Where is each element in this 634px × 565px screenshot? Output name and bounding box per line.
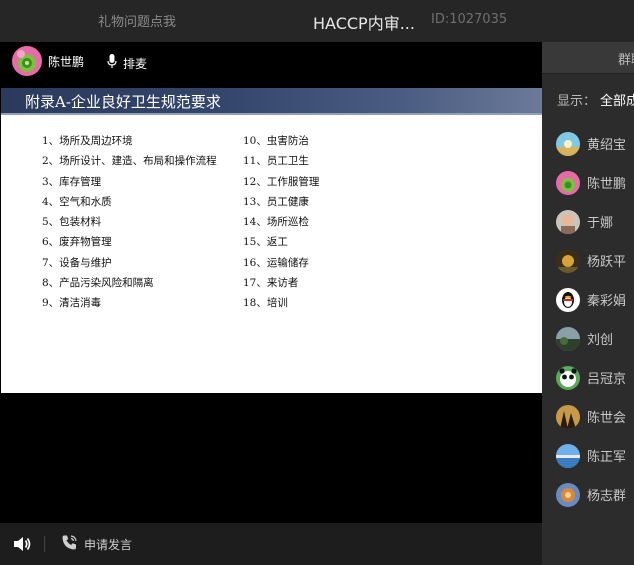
member-panel: 群聊 显示：全部成员 黄绍宝 陈世鹏 于娜 杨跃平 — [542, 42, 634, 565]
member-avatar — [556, 365, 580, 390]
slide-list-item: 17、来访者 — [243, 277, 299, 290]
member-item[interactable]: 于娜 — [556, 202, 626, 241]
member-item[interactable]: 黄绍宝 — [556, 124, 626, 163]
member-avatar — [556, 482, 580, 507]
phone-icon — [61, 534, 78, 555]
slide-list-item: 7、设备与维护 — [42, 256, 112, 269]
slide-list-item: 8、产品污染风险和隔离 — [42, 277, 154, 290]
member-item[interactable]: 陈世会 — [556, 397, 626, 436]
member-name: 秦彩娟 — [587, 294, 627, 309]
member-item[interactable]: 吕冠京 — [556, 358, 626, 397]
apply-to-speak-button[interactable]: 申请发言 — [61, 534, 132, 555]
apply-to-speak-label: 申请发言 — [84, 538, 133, 552]
member-item[interactable]: 刘创 — [556, 319, 626, 358]
slide-list-left: 1、场所及周边环境 2、场所设计、建造、布局和操作流程 3、库存管理 4、空气和… — [42, 131, 217, 314]
presenter-name: 陈世鹏 — [48, 54, 85, 69]
member-avatar — [556, 287, 580, 312]
slide-list-item: 11、员工卫生 — [243, 155, 309, 168]
microphone-icon — [107, 54, 117, 73]
member-name: 杨志群 — [587, 489, 627, 504]
tab-group-chat[interactable]: 群聊 — [618, 49, 634, 68]
member-name: 黄绍宝 — [587, 138, 627, 153]
slide-list-item: 16、运输储存 — [243, 256, 309, 269]
member-item[interactable]: 陈正军 — [556, 436, 626, 475]
member-avatar — [556, 443, 580, 468]
volume-icon[interactable] — [12, 534, 32, 554]
slide-list-item: 15、返工 — [243, 236, 288, 249]
slide-title: 附录A-企业良好卫生规范要求 — [25, 93, 221, 111]
member-avatar — [556, 326, 580, 351]
bottom-toolbar: 申请发言 — [0, 523, 542, 565]
slide-list-item: 18、培训 — [243, 297, 288, 310]
presenter-avatar — [12, 46, 42, 76]
member-item[interactable]: 陈世鹏 — [556, 163, 626, 202]
slide-list-item: 12、工作服管理 — [243, 175, 320, 188]
member-item[interactable]: 杨跃平 — [556, 241, 626, 280]
title-bar: 礼物问题点我 HACCP内审... ID:1027035 — [0, 0, 634, 42]
member-list: 黄绍宝 陈世鹏 于娜 杨跃平 秦彩娟 刘创 吕冠京 陈世会 陈正军 杨志群 — [556, 124, 626, 514]
member-name: 杨跃平 — [587, 255, 627, 270]
member-name: 吕冠京 — [587, 372, 627, 387]
room-id: ID:1027035 — [431, 12, 508, 27]
slide-list-item: 13、员工健康 — [243, 195, 309, 208]
member-avatar — [556, 131, 580, 156]
queue-mic-label: 排麦 — [123, 57, 148, 71]
member-name: 陈正军 — [587, 450, 627, 465]
member-avatar — [556, 248, 580, 273]
slide-list-item: 3、库存管理 — [42, 175, 102, 188]
member-filter[interactable]: 显示：全部成员 — [557, 90, 634, 109]
slide-list-item: 14、场所巡检 — [243, 216, 309, 229]
slide-list-item: 2、场所设计、建造、布局和操作流程 — [42, 155, 217, 168]
toolbar-divider — [44, 536, 45, 552]
slide-list-item: 10、虫害防治 — [243, 135, 309, 147]
slide-list-item: 5、包装材料 — [42, 216, 102, 229]
member-name: 于娜 — [587, 216, 614, 231]
filter-value: 全部成员 — [600, 94, 634, 109]
member-name: 陈世会 — [587, 411, 627, 426]
queue-mic-button[interactable]: 排麦 — [107, 54, 147, 73]
member-avatar — [556, 404, 580, 429]
slide-list-right: 10、虫害防治 11、员工卫生 12、工作服管理 13、员工健康 14、场所巡检… — [243, 131, 319, 314]
gift-help-link[interactable]: 礼物问题点我 — [98, 11, 176, 30]
member-item[interactable]: 杨志群 — [556, 475, 626, 514]
slide-list-item: 9、清洁消毒 — [42, 297, 102, 310]
slide-list-item: 4、空气和水质 — [42, 195, 112, 208]
slide-list-item: 6、废弃物管理 — [42, 236, 112, 249]
slide-list-item: 1、场所及周边环境 — [42, 135, 133, 147]
presenter-info[interactable]: 陈世鹏 — [12, 46, 84, 76]
presentation-slide: 附录A-企业良好卫生规范要求 1、场所及周边环境 2、场所设计、建造、布局和操作… — [1, 88, 542, 393]
member-avatar — [556, 170, 580, 195]
member-name: 刘创 — [587, 333, 614, 348]
member-avatar — [556, 209, 580, 234]
member-name: 陈世鹏 — [587, 177, 627, 192]
filter-label: 显示： — [557, 94, 597, 109]
member-item[interactable]: 秦彩娟 — [556, 280, 626, 319]
room-title: HACCP内审... — [313, 14, 415, 33]
panel-tabs: 群聊 — [542, 42, 634, 74]
slide-header: 附录A-企业良好卫生规范要求 — [1, 88, 542, 115]
